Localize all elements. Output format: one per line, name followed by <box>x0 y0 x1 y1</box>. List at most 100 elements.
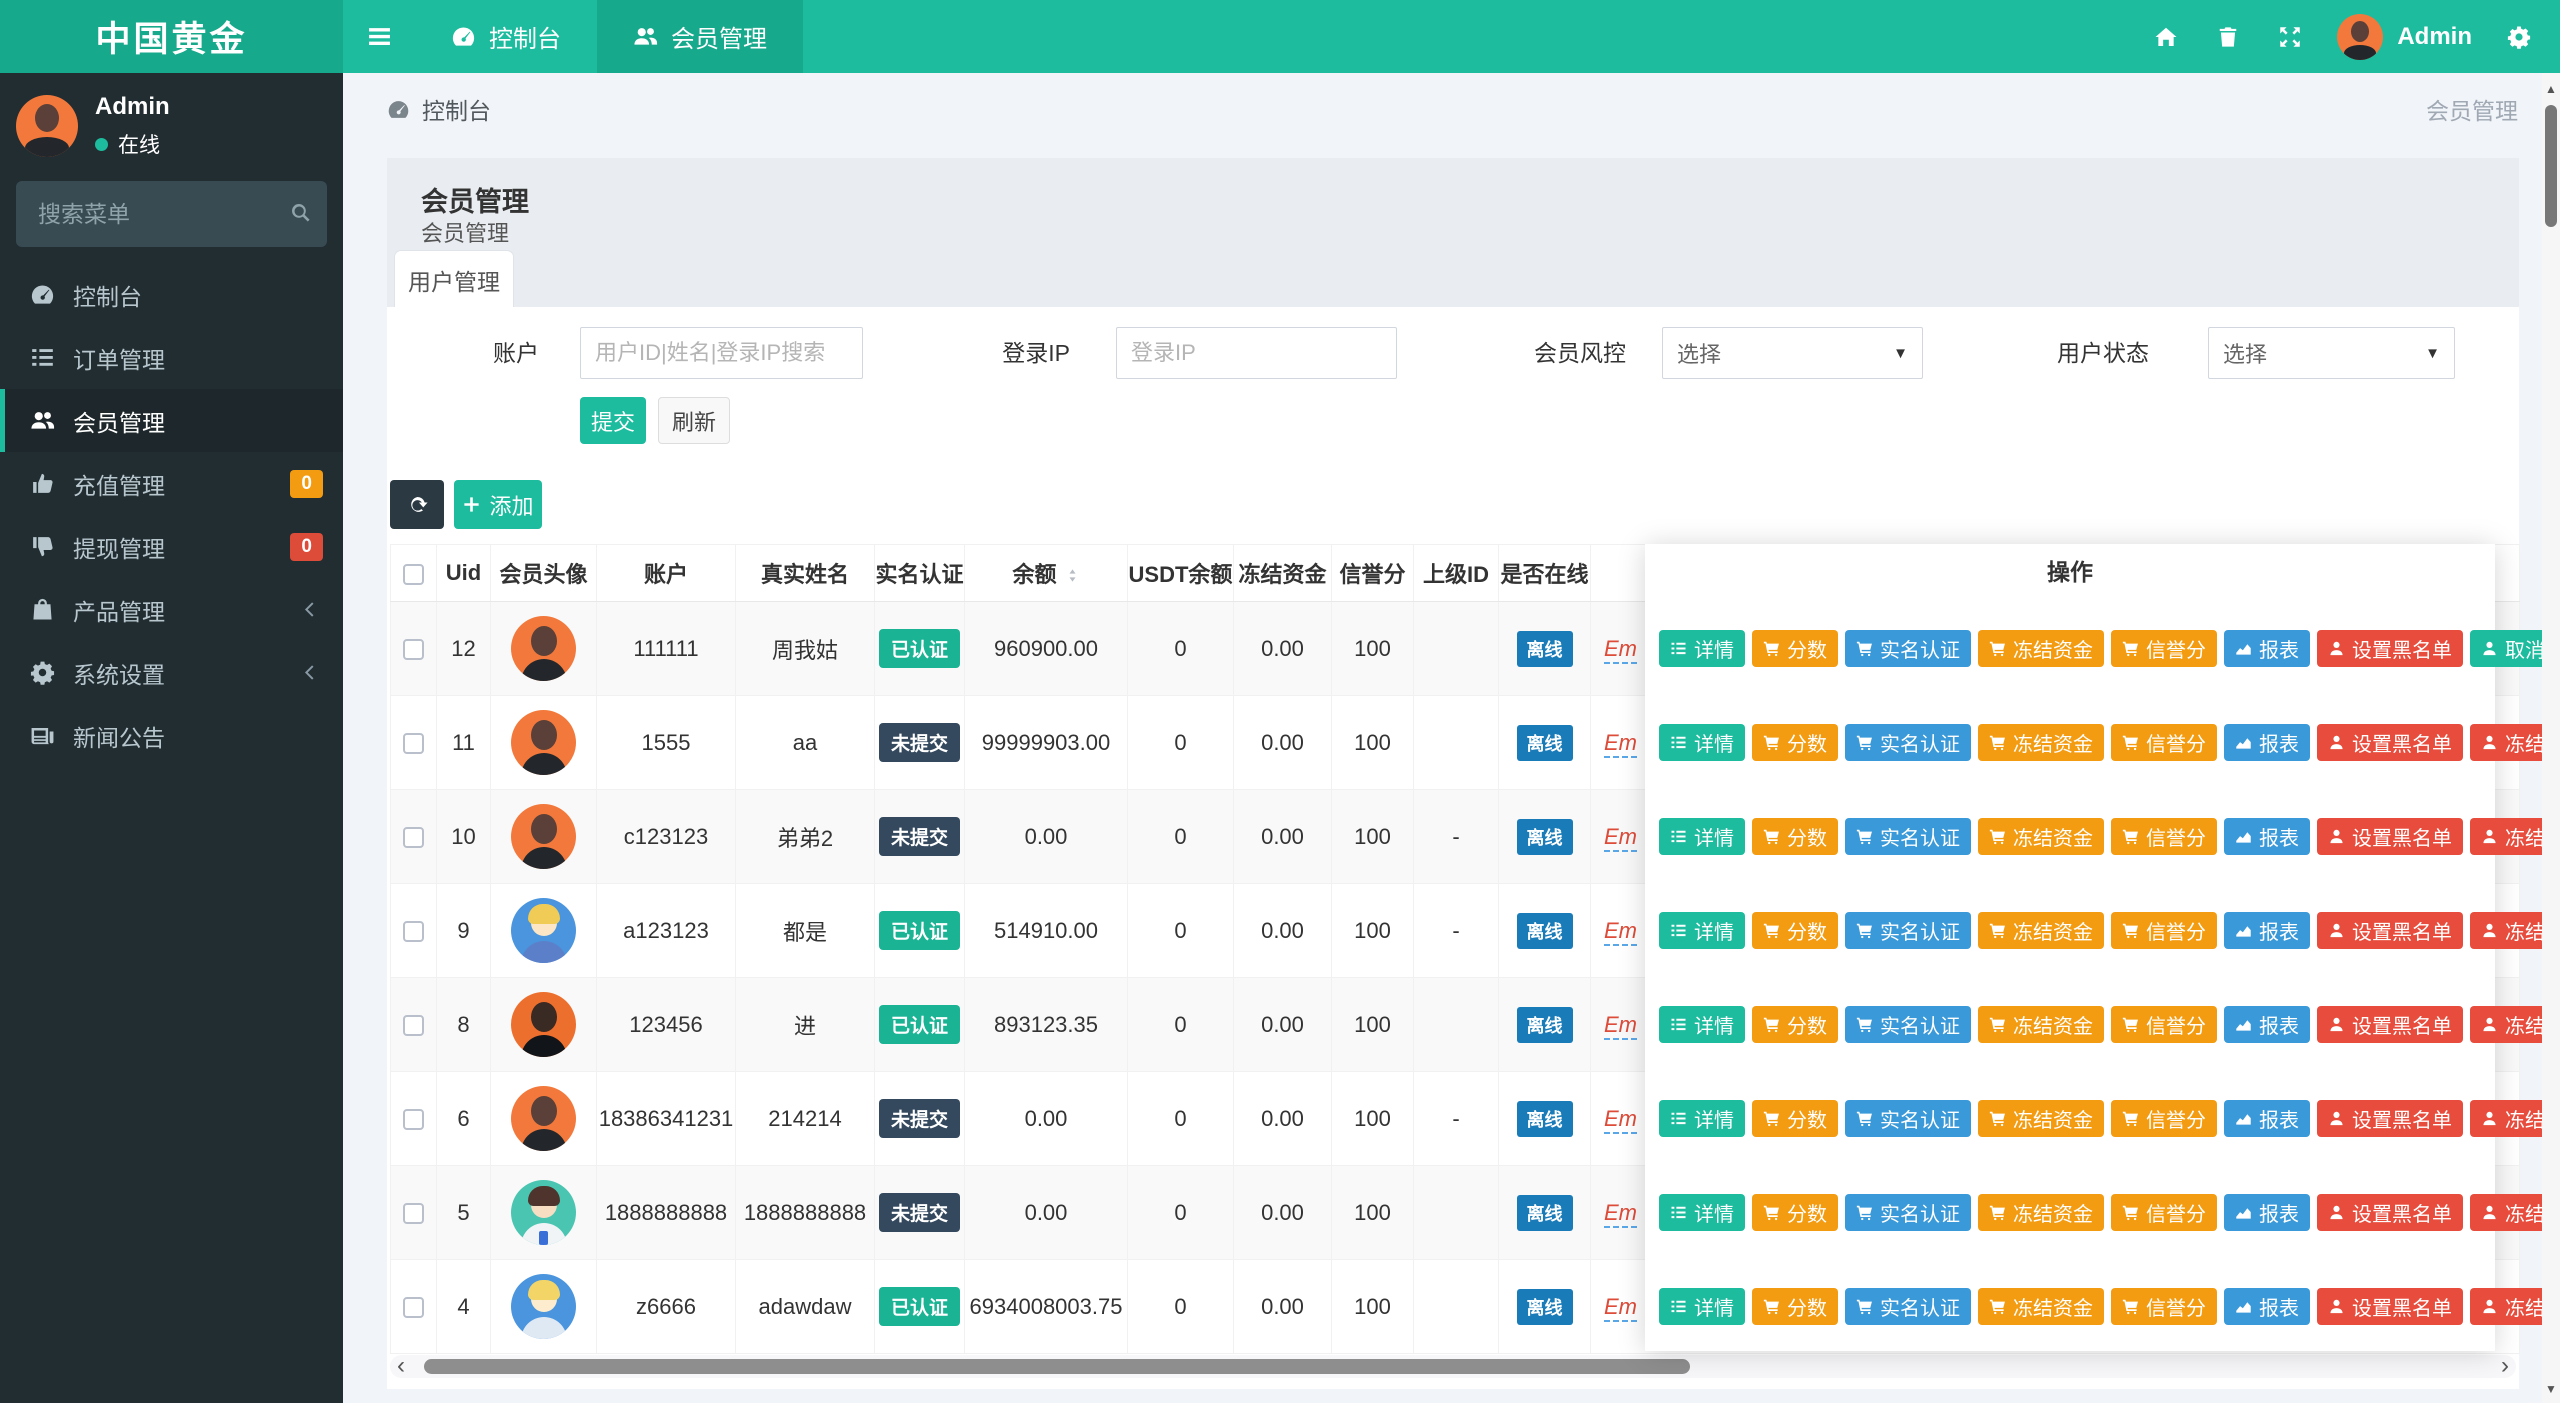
risk-select[interactable]: 选择 ▼ <box>1662 327 1923 379</box>
horizontal-scrollbar-thumb[interactable] <box>424 1359 1690 1374</box>
sidebar-item-3[interactable]: 会员管理 <box>0 389 343 452</box>
blacklist-button[interactable]: 设置黑名单 <box>2317 912 2463 949</box>
detail-button[interactable]: 详情 <box>1659 724 1745 761</box>
scroll-up-arrow[interactable]: ▲ <box>2542 79 2560 99</box>
search-submit-button[interactable] <box>289 201 313 228</box>
blacklist-button[interactable]: 设置黑名单 <box>2317 1288 2463 1325</box>
detail-button[interactable]: 详情 <box>1659 912 1745 949</box>
blacklist-button[interactable]: 设置黑名单 <box>2317 1006 2463 1043</box>
remark-link[interactable]: Em <box>1604 1012 1637 1040</box>
sidebar-item-8[interactable]: 新闻公告 <box>0 704 343 767</box>
freeze-funds-button[interactable]: 冻结资金 <box>1978 630 2104 667</box>
row-checkbox[interactable] <box>403 639 424 660</box>
select-all-checkbox[interactable] <box>403 564 424 585</box>
report-button[interactable]: 报表 <box>2224 1006 2310 1043</box>
remark-link[interactable]: Em <box>1604 1106 1637 1134</box>
user-status-select[interactable]: 选择 ▼ <box>2208 327 2455 379</box>
remark-link[interactable]: Em <box>1604 636 1637 664</box>
breadcrumb-current[interactable]: 控制台 <box>422 92 491 126</box>
detail-button[interactable]: 详情 <box>1659 630 1745 667</box>
blacklist-button[interactable]: 设置黑名单 <box>2317 818 2463 855</box>
score-button[interactable]: 分数 <box>1752 818 1838 855</box>
scroll-left-arrow[interactable]: ‹ <box>392 1355 410 1378</box>
sidebar-item-1[interactable]: 控制台 <box>0 263 343 326</box>
row-checkbox[interactable] <box>403 1297 424 1318</box>
fullscreen-button[interactable] <box>2259 0 2321 73</box>
trash-button[interactable] <box>2197 0 2259 73</box>
vertical-scrollbar[interactable]: ▲ ▼ <box>2542 73 2560 1403</box>
realname-button[interactable]: 实名认证 <box>1845 630 1971 667</box>
report-button[interactable]: 报表 <box>2224 912 2310 949</box>
score-button[interactable]: 分数 <box>1752 1288 1838 1325</box>
sidebar-item-5[interactable]: 提现管理0 <box>0 515 343 578</box>
column-header[interactable]: 余额 <box>965 545 1128 602</box>
tab-user-management[interactable]: 用户管理 <box>394 250 514 308</box>
freeze-funds-button[interactable]: 冻结资金 <box>1978 1194 2104 1231</box>
row-checkbox[interactable] <box>403 1015 424 1036</box>
settings-button[interactable] <box>2488 0 2550 73</box>
credit-button[interactable]: 信誉分 <box>2111 1006 2217 1043</box>
credit-button[interactable]: 信誉分 <box>2111 912 2217 949</box>
realname-button[interactable]: 实名认证 <box>1845 818 1971 855</box>
report-button[interactable]: 报表 <box>2224 818 2310 855</box>
score-button[interactable]: 分数 <box>1752 1100 1838 1137</box>
remark-link[interactable]: Em <box>1604 1200 1637 1228</box>
remark-link[interactable]: Em <box>1604 824 1637 852</box>
realname-button[interactable]: 实名认证 <box>1845 1194 1971 1231</box>
credit-button[interactable]: 信誉分 <box>2111 1288 2217 1325</box>
credit-button[interactable]: 信誉分 <box>2111 1194 2217 1231</box>
freeze-funds-button[interactable]: 冻结资金 <box>1978 1006 2104 1043</box>
blacklist-button[interactable]: 设置黑名单 <box>2317 1100 2463 1137</box>
horizontal-scrollbar[interactable]: ‹ › <box>390 1355 2516 1378</box>
freeze-funds-button[interactable]: 冻结资金 <box>1978 724 2104 761</box>
detail-button[interactable]: 详情 <box>1659 1288 1745 1325</box>
detail-button[interactable]: 详情 <box>1659 1006 1745 1043</box>
nav-item-1[interactable]: 控制台 <box>415 0 597 73</box>
vertical-scrollbar-thumb[interactable] <box>2545 105 2557 227</box>
freeze-funds-button[interactable]: 冻结资金 <box>1978 1288 2104 1325</box>
scroll-right-arrow[interactable]: › <box>2496 1355 2514 1378</box>
login-ip-input[interactable] <box>1116 327 1397 379</box>
row-checkbox[interactable] <box>403 1109 424 1130</box>
detail-button[interactable]: 详情 <box>1659 818 1745 855</box>
freeze-funds-button[interactable]: 冻结资金 <box>1978 818 2104 855</box>
add-user-button[interactable]: 添加 <box>454 480 542 529</box>
report-button[interactable]: 报表 <box>2224 1100 2310 1137</box>
score-button[interactable]: 分数 <box>1752 1194 1838 1231</box>
realname-button[interactable]: 实名认证 <box>1845 1006 1971 1043</box>
blacklist-button[interactable]: 设置黑名单 <box>2317 1194 2463 1231</box>
realname-button[interactable]: 实名认证 <box>1845 1100 1971 1137</box>
search-input[interactable] <box>16 181 327 247</box>
freeze-funds-button[interactable]: 冻结资金 <box>1978 1100 2104 1137</box>
submit-button[interactable]: 提交 <box>580 397 646 444</box>
remark-link[interactable]: Em <box>1604 918 1637 946</box>
row-checkbox[interactable] <box>403 733 424 754</box>
credit-button[interactable]: 信誉分 <box>2111 1100 2217 1137</box>
detail-button[interactable]: 详情 <box>1659 1194 1745 1231</box>
remark-link[interactable]: Em <box>1604 1294 1637 1322</box>
sidebar-item-4[interactable]: 充值管理0 <box>0 452 343 515</box>
account-input[interactable] <box>580 327 863 379</box>
freeze-funds-button[interactable]: 冻结资金 <box>1978 912 2104 949</box>
home-button[interactable] <box>2135 0 2197 73</box>
score-button[interactable]: 分数 <box>1752 630 1838 667</box>
detail-button[interactable]: 详情 <box>1659 1100 1745 1137</box>
realname-button[interactable]: 实名认证 <box>1845 912 1971 949</box>
credit-button[interactable]: 信誉分 <box>2111 630 2217 667</box>
nav-item-2[interactable]: 会员管理 <box>597 0 803 73</box>
blacklist-button[interactable]: 设置黑名单 <box>2317 630 2463 667</box>
score-button[interactable]: 分数 <box>1752 1006 1838 1043</box>
sidebar-item-6[interactable]: 产品管理 <box>0 578 343 641</box>
realname-button[interactable]: 实名认证 <box>1845 724 1971 761</box>
score-button[interactable]: 分数 <box>1752 912 1838 949</box>
blacklist-button[interactable]: 设置黑名单 <box>2317 724 2463 761</box>
credit-button[interactable]: 信誉分 <box>2111 818 2217 855</box>
user-menu[interactable]: Admin <box>2321 14 2488 60</box>
row-checkbox[interactable] <box>403 921 424 942</box>
score-button[interactable]: 分数 <box>1752 724 1838 761</box>
credit-button[interactable]: 信誉分 <box>2111 724 2217 761</box>
remark-link[interactable]: Em <box>1604 730 1637 758</box>
sidebar-toggle-button[interactable] <box>343 0 415 73</box>
report-button[interactable]: 报表 <box>2224 630 2310 667</box>
realname-button[interactable]: 实名认证 <box>1845 1288 1971 1325</box>
